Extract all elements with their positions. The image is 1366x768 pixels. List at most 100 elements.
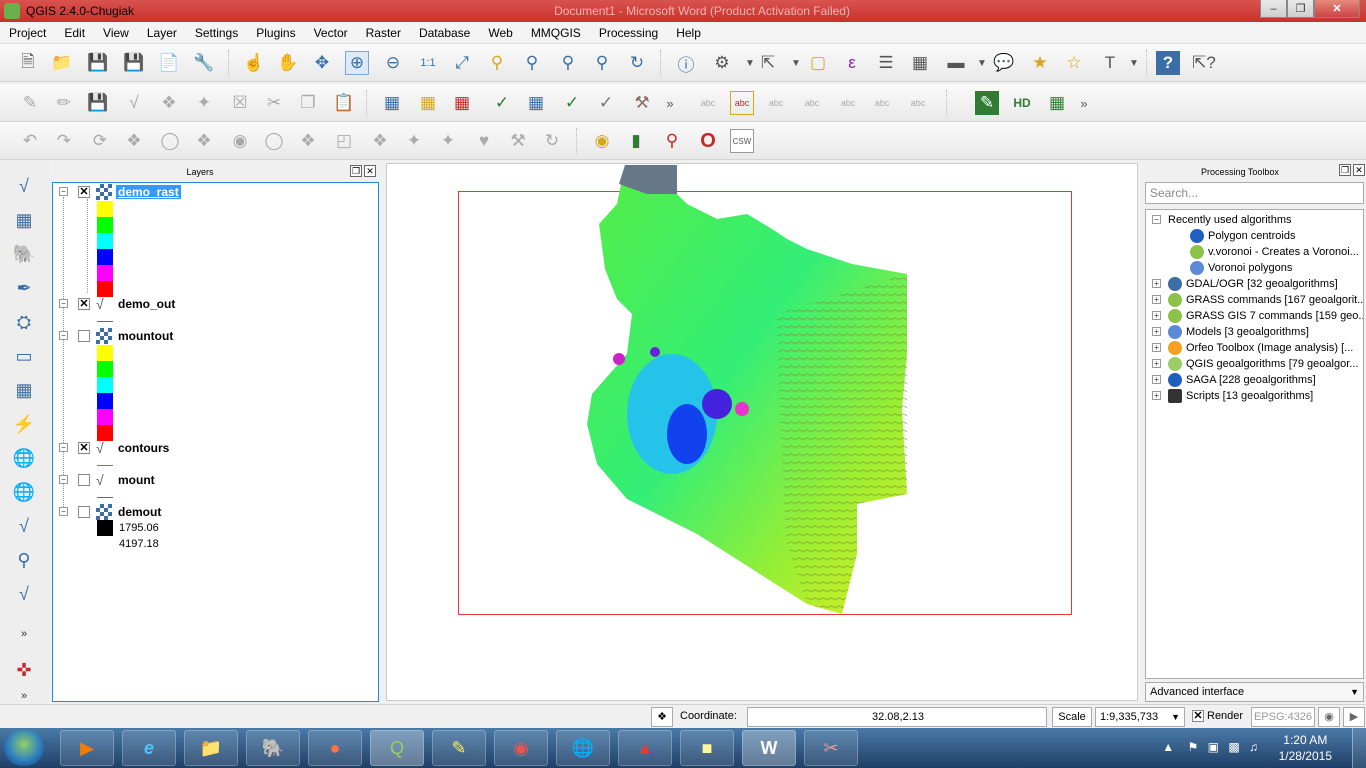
firefox-taskbar-icon[interactable]: ● [308,730,362,766]
collapse-icon[interactable]: − [59,443,68,452]
add-ring-icon[interactable]: ◯ [158,129,182,153]
undo-icon[interactable]: ↶ [18,129,42,153]
add-column-icon[interactable]: ▦ [416,91,440,115]
menu-raster[interactable]: Raster [357,26,410,40]
add-wfs-layer-icon[interactable]: 🌐 [12,446,36,470]
rotate-symbols-icon[interactable]: ↻ [540,129,564,153]
layer-name-contours[interactable]: contours [118,441,169,455]
recent-algorithms-group[interactable]: Recently used algorithms [1168,212,1292,228]
menu-settings[interactable]: Settings [186,26,247,40]
expand-icon[interactable]: + [1152,343,1161,352]
word-taskbar-icon[interactable]: W [742,730,796,766]
start-button[interactable] [4,730,44,766]
paste-features-icon[interactable]: 📋 [332,91,356,115]
layer-visibility-checkbox[interactable]: ✕ [78,298,90,310]
restore-button[interactable]: ❐ [1287,0,1314,18]
new-project-icon[interactable]: 🗎 [16,51,40,75]
provider-grass7[interactable]: GRASS GIS 7 commands [159 geo... [1168,308,1363,324]
statistics-icon[interactable]: ▦ [908,51,932,75]
cut-features-icon[interactable]: ✂ [262,91,286,115]
show-desktop-button[interactable] [1352,728,1366,768]
measure-line-icon[interactable]: ▬ [944,51,968,75]
provider-qgis[interactable]: QGIS geoalgorithms [79 geoalgor... [1168,356,1358,372]
zoom-out-icon[interactable]: ⊖ [381,51,405,75]
float-panel-button[interactable]: ❐ [1339,164,1351,176]
add-oracle-layer-icon[interactable]: ▭ [12,344,36,368]
system-clock[interactable]: 1:20 AM 1/28/2015 [1279,732,1332,764]
coordinate-capture-icon[interactable]: ⚲ [660,129,684,153]
coordinate-field[interactable]: 32.08,2.13 [747,707,1047,727]
messages-icon[interactable]: ▶ [1343,707,1365,727]
crs-button[interactable]: EPSG:4326 [1251,707,1315,727]
identify-icon[interactable]: ⓘ [674,51,698,75]
algorithm-voronoi-polygons[interactable]: Voronoi polygons [1190,260,1292,276]
snipping-tool-taskbar-icon[interactable]: ✂ [804,730,858,766]
attribute-table-icon[interactable]: ☰ [874,51,898,75]
refresh-icon[interactable]: ↻ [625,51,649,75]
raster-terrain-icon[interactable]: ▦ [1045,91,1069,115]
expand-icon[interactable]: + [1152,359,1161,368]
show-bookmarks-icon[interactable]: ☆ [1062,51,1086,75]
zoom-last-icon[interactable]: ⚲ [556,51,580,75]
add-mssql-layer-icon[interactable]: ⛭ [12,310,36,334]
provider-gdal[interactable]: GDAL/OGR [32 geoalgorithms] [1168,276,1338,292]
toggle-editing-icon[interactable]: ✏ [52,91,76,115]
add-delimited-text-icon[interactable]: √ [12,514,36,538]
crosshair-icon[interactable]: ✜ [12,658,36,682]
heatmap-icon[interactable]: HD [1010,91,1034,115]
menu-mmqgis[interactable]: MMQGIS [522,26,590,40]
network-icon[interactable]: ▩ [1228,740,1239,754]
whats-this-icon[interactable]: ⇱? [1192,51,1216,75]
chevron-down-icon[interactable]: ▼ [970,51,994,75]
menu-plugins[interactable]: Plugins [247,26,304,40]
fill-ring-icon[interactable]: ◉ [228,129,252,153]
zoom-full-icon[interactable]: ⤢ [450,51,474,75]
open-project-icon[interactable]: 📁 [50,51,74,75]
expand-icon[interactable]: + [1152,375,1161,384]
provider-grass[interactable]: GRASS commands [167 geoalgorit... [1168,292,1363,308]
add-web-layer-icon[interactable]: 🌐 [12,480,36,504]
menu-view[interactable]: View [94,26,138,40]
simplify-feature-icon[interactable]: ❖ [122,129,146,153]
merge-attributes-icon[interactable]: ⚒ [506,129,530,153]
show-hidden-icons-icon[interactable]: ▲ [1162,740,1174,754]
split-parts-icon[interactable]: ✦ [436,129,460,153]
save-edits-icon[interactable]: 💾 [86,91,110,115]
close-panel-button[interactable]: ✕ [1353,164,1365,176]
delete-part-icon[interactable]: ❖ [296,129,320,153]
menu-layer[interactable]: Layer [138,26,186,40]
georeferencer-icon[interactable]: ✎ [975,91,999,115]
check-geometry-icon[interactable]: ✓ [560,91,584,115]
expand-icon[interactable]: + [1152,311,1161,320]
add-raster-icon[interactable]: ▦ [524,91,548,115]
field-calculator-icon[interactable]: ε [840,51,864,75]
layer-name-mountout[interactable]: mountout [118,329,173,343]
expand-icon[interactable]: + [1152,391,1161,400]
internet-explorer-taskbar-icon[interactable]: e [122,730,176,766]
copy-features-icon[interactable]: ❐ [296,91,320,115]
move-feature-icon[interactable]: ❖ [157,91,181,115]
minimize-button[interactable]: – [1260,0,1287,18]
new-bookmark-icon[interactable]: ★ [1028,51,1052,75]
menu-edit[interactable]: Edit [55,26,94,40]
collapse-icon[interactable]: − [59,507,68,516]
help-contents-icon[interactable]: ? [1156,51,1180,75]
algorithm-v-voronoi[interactable]: v.voronoi - Creates a Voronoi... [1190,244,1359,260]
layer-visibility-checkbox[interactable] [78,330,90,342]
show-hide-labels-icon[interactable]: abc [800,91,824,115]
menu-help[interactable]: Help [667,26,710,40]
text-annotation-icon[interactable]: T [1098,51,1122,75]
new-attribute-icon[interactable]: ▦ [380,91,404,115]
layer-visibility-checkbox[interactable] [78,506,90,518]
expand-toolbar-icon[interactable]: » [12,622,36,646]
reshape-icon[interactable]: ◰ [332,129,356,153]
more-plugins-icon[interactable]: » [1072,91,1096,115]
collapse-icon[interactable]: − [59,331,68,340]
provider-orfeo[interactable]: Orfeo Toolbox (Image analysis) [... [1168,340,1353,356]
layer-visibility-checkbox[interactable] [78,474,90,486]
run-action-icon[interactable]: ⚙ [710,51,734,75]
current-edits-icon[interactable]: ✎ [18,91,42,115]
split-features-icon[interactable]: ✦ [402,129,426,153]
zoom-to-layer-icon[interactable]: ⚲ [520,51,544,75]
render-toggle[interactable]: ✕ Render [1188,707,1248,727]
